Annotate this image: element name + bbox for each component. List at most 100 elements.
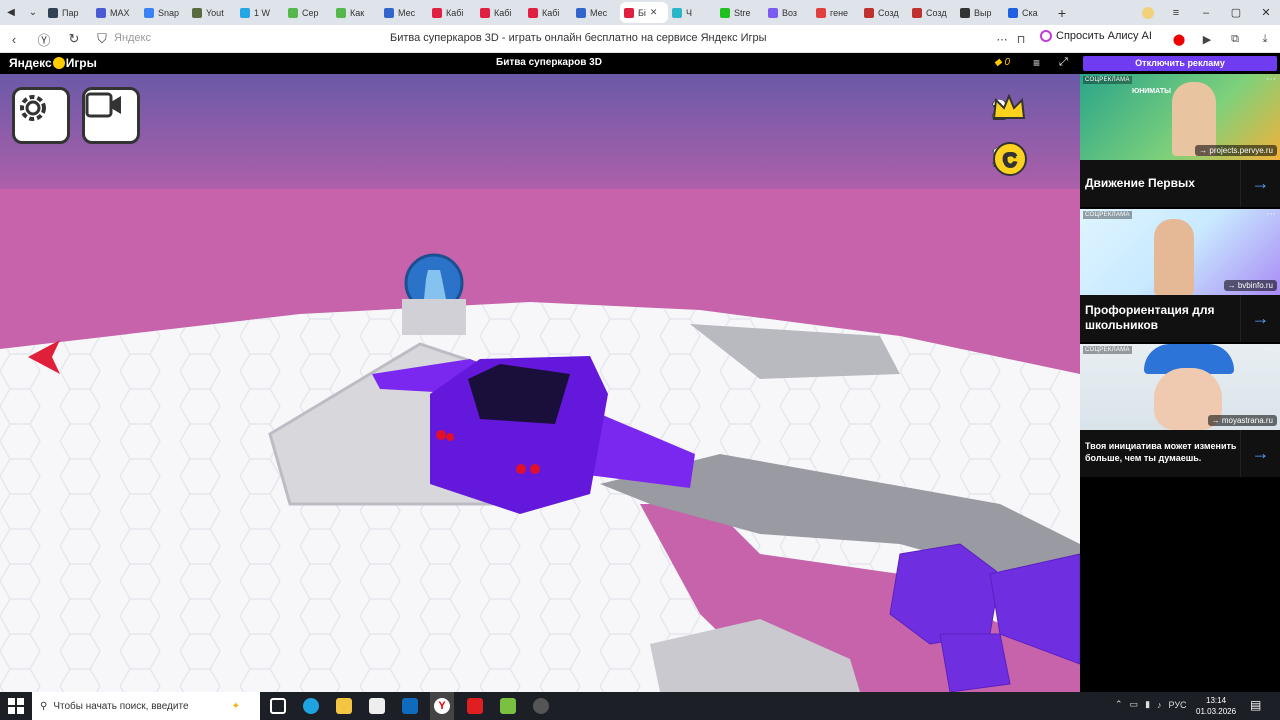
ad-image: СОЦРЕКЛАМА ⋯ → moyastrana.ru [1080, 344, 1280, 430]
windows-start-icon[interactable] [8, 698, 24, 714]
reload-icon[interactable]: ↻ [64, 29, 84, 49]
browser-tab[interactable]: Yout [188, 2, 236, 23]
logo-suffix: Игры [65, 56, 97, 70]
ad-arrow-icon[interactable]: → [1240, 430, 1280, 477]
store-icon[interactable] [369, 698, 385, 714]
bookmark-icon[interactable]: ⊓ [1012, 30, 1030, 48]
yandex-browser-icon[interactable]: Ⓨ [34, 29, 54, 49]
yandex-app-icon[interactable] [467, 698, 483, 714]
browser-tab[interactable]: Кабі [476, 2, 524, 23]
search-icon: ⚲ [40, 700, 48, 712]
app-icon-2[interactable] [533, 698, 549, 714]
ad-caption: Твоя инициатива может изменить больше, ч… [1080, 430, 1280, 477]
downloads-icon[interactable]: ⤓ [1256, 30, 1274, 48]
site-shield-icon[interactable]: ⛉ [92, 29, 112, 49]
volume-icon[interactable]: ♪ [1157, 700, 1162, 710]
browser-tab[interactable]: Как [332, 2, 380, 23]
ad-domain: → moyastrana.ru [1207, 415, 1277, 426]
tab-label: Кабі [494, 7, 512, 18]
browser-tab[interactable]: 1 W [236, 2, 284, 23]
browser-tab[interactable]: Пар [44, 2, 92, 23]
more-icon[interactable]: ⋯ [993, 30, 1011, 48]
ad-card[interactable]: СОЦРЕКЛАМА ⋯ ЮНИМАТЫ → projects.pervye.r… [1080, 74, 1280, 207]
app-icon[interactable] [500, 698, 516, 714]
task-view-icon[interactable] [270, 698, 286, 714]
taskbar-search-box[interactable]: ⚲ Чтобы начать поиск, введите ✦ [32, 692, 260, 720]
fullscreen-icon[interactable]: ⤢ [1059, 56, 1068, 69]
tab-label: Ска [1022, 7, 1038, 18]
tab-list-chevron-icon[interactable]: ⌄ [22, 0, 44, 25]
tab-favicon-icon [336, 7, 346, 18]
media-icon[interactable]: ▶ [1198, 30, 1216, 48]
browser-menu-icon[interactable]: ≡ [1162, 0, 1190, 25]
browser-tab[interactable]: Созд [860, 2, 908, 23]
yandex-games-logo[interactable]: Яндекс Игры [9, 56, 97, 70]
minimize-icon[interactable]: – [1192, 0, 1220, 25]
tab-audio-icon[interactable]: ◀ [0, 0, 22, 25]
ad-card[interactable]: СОЦРЕКЛАМА ⋯ → bvbinfo.ru Профориентация… [1080, 209, 1280, 342]
browser-tab[interactable]: Бі ✕ [620, 2, 668, 23]
yan-coins[interactable]: ◆ 0 [994, 57, 1010, 68]
games-menu-icon[interactable]: ≡ [1033, 56, 1040, 70]
maximize-icon[interactable]: ▢ [1222, 0, 1250, 25]
tab-list: Пар MAX Snap Yout 1 W Сер Как Мес Кабі Кабі Кабі Ме… [44, 0, 1052, 25]
mail-icon[interactable] [402, 698, 418, 714]
clock-time: 13:14 [1206, 696, 1227, 705]
file-explorer-icon[interactable] [336, 698, 352, 714]
browser-tab[interactable]: гене [812, 2, 860, 23]
browser-tab[interactable]: Сер [284, 2, 332, 23]
profile-icon[interactable] [1134, 0, 1162, 25]
new-tab-button[interactable]: + [1052, 3, 1072, 23]
ask-alice-button[interactable]: Спросить Алису AI [1040, 30, 1152, 42]
tab-favicon-icon [144, 7, 154, 18]
yandex-browser-taskbar-icon[interactable]: Y [430, 692, 454, 720]
language-indicator[interactable]: РУС [1169, 700, 1187, 710]
extensions-icon[interactable]: ⧉ [1226, 30, 1244, 48]
page-title[interactable]: Битва суперкаров 3D - играть онлайн бесп… [390, 32, 767, 44]
tab-favicon-icon [576, 7, 586, 18]
browser-tab[interactable]: Созд [908, 2, 956, 23]
clock[interactable]: 13:14 01.03.2026 [1196, 695, 1236, 717]
disable-ads-button[interactable]: Отключить рекламу [1083, 56, 1277, 71]
ad-more-icon[interactable]: ⋯ [1266, 209, 1276, 220]
browser-tab[interactable]: Мес [572, 2, 620, 23]
browser-tab[interactable]: Ч [668, 2, 716, 23]
browser-tab[interactable]: Кабі [428, 2, 476, 23]
record-video-button[interactable] [82, 87, 140, 144]
tab-favicon-icon [912, 7, 922, 18]
tab-favicon-icon [624, 7, 634, 18]
logo-text: Яндекс [9, 56, 52, 70]
tray-chevron-icon[interactable]: ⌃ [1115, 699, 1123, 710]
game-canvas[interactable]: 2 C 1 [0, 74, 1080, 692]
notifications-icon[interactable]: ▤ [1250, 698, 1261, 712]
browser-tab[interactable]: Snap [140, 2, 188, 23]
site-name[interactable]: Яндекс [114, 32, 151, 44]
logo-face-icon [52, 57, 65, 69]
battery-icon[interactable]: ▮ [1145, 699, 1150, 710]
tab-label: Созд [878, 7, 899, 18]
browser-tab[interactable]: Воз [764, 2, 812, 23]
ad-more-icon[interactable]: ⋯ [1266, 74, 1276, 85]
settings-button[interactable] [12, 87, 70, 144]
network-icon[interactable]: ▭ [1130, 699, 1139, 710]
close-tab-icon[interactable]: ✕ [650, 7, 658, 18]
ad-arrow-icon[interactable]: → [1240, 295, 1280, 342]
browser-tab[interactable]: Stre [716, 2, 764, 23]
ad-card[interactable]: СОЦРЕКЛАМА ⋯ → moyastrana.ru Твоя инициа… [1080, 344, 1280, 477]
back-icon[interactable]: ‹ [4, 29, 24, 49]
ad-arrow-icon[interactable]: → [1240, 160, 1280, 207]
browser-tab[interactable]: Кабі [524, 2, 572, 23]
tab-label: 1 W [254, 7, 271, 18]
tab-favicon-icon [528, 7, 538, 18]
browser-tab[interactable]: MAX [92, 2, 140, 23]
tab-label: Созд [926, 7, 947, 18]
close-window-icon[interactable]: ✕ [1252, 0, 1280, 25]
browser-tab[interactable]: Выр [956, 2, 1004, 23]
opera-icon[interactable]: ⬤ [1170, 30, 1188, 48]
browser-tab[interactable]: Ска [1004, 2, 1052, 23]
game-scene [0, 74, 1080, 692]
browser-tab[interactable]: Мес [380, 2, 428, 23]
ad-more-icon[interactable]: ⋯ [1266, 344, 1276, 355]
edge-icon[interactable] [303, 698, 319, 714]
crowns-counter: 2 [992, 94, 1026, 125]
